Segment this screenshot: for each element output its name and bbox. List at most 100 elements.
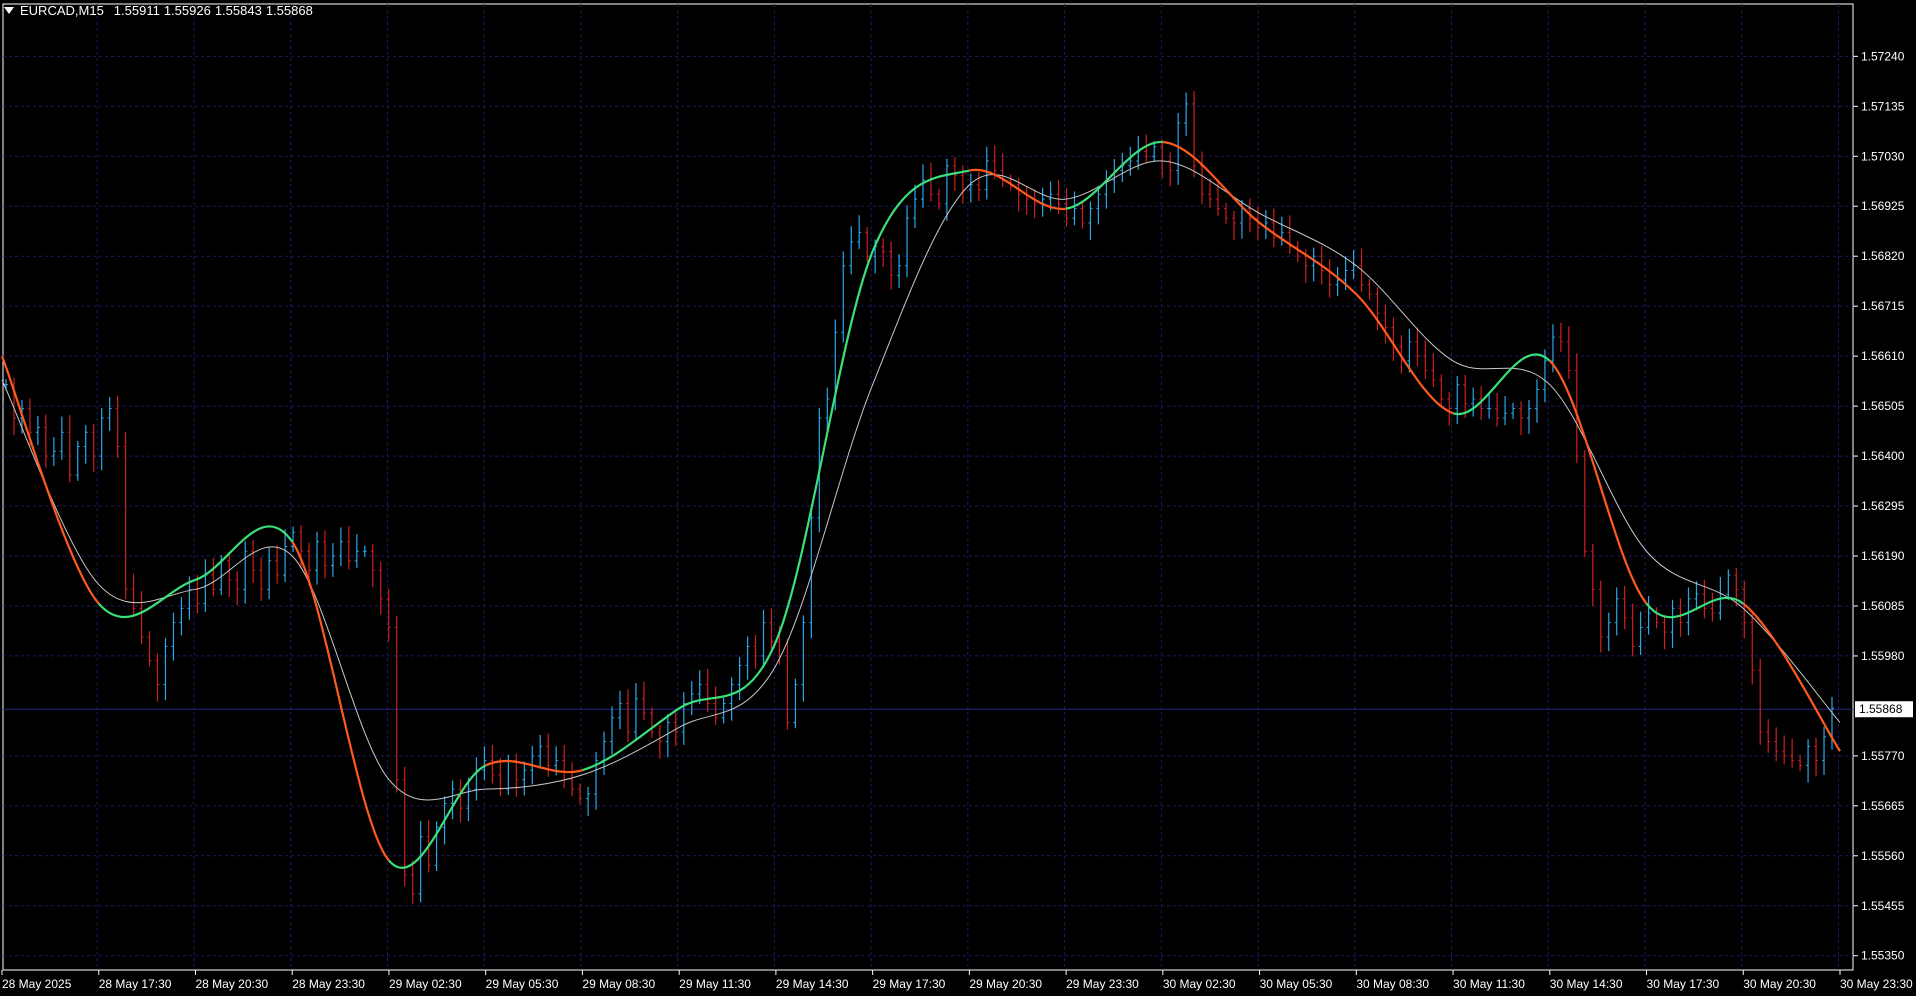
collapse-triangle-icon[interactable] — [4, 7, 14, 14]
price-bar — [1782, 735, 1787, 765]
price-bar — [665, 713, 670, 758]
price-bar — [1598, 580, 1603, 653]
price-bar — [394, 615, 399, 793]
price-bar — [1582, 450, 1587, 557]
x-tick-label: 29 May 17:30 — [873, 977, 946, 991]
price-bar — [1678, 598, 1683, 637]
price-bar — [1503, 396, 1508, 426]
price-bar — [1208, 178, 1213, 208]
price-bar — [1750, 612, 1755, 685]
price-bar — [617, 690, 622, 730]
price-bar — [330, 543, 335, 577]
y-tick-label: 1.55770 — [1861, 749, 1905, 763]
x-tick-label: 29 May 14:30 — [776, 977, 849, 991]
price-bar — [1080, 202, 1085, 229]
x-tick-label: 29 May 23:30 — [1066, 977, 1139, 991]
price-bar — [793, 678, 798, 729]
y-tick-label: 1.55350 — [1861, 949, 1905, 963]
price-bar — [482, 746, 487, 781]
price-bar — [179, 596, 184, 636]
price-bar — [1646, 595, 1651, 635]
price-bar — [99, 408, 104, 471]
y-tick-label: 1.55980 — [1861, 649, 1905, 663]
price-bar — [594, 752, 599, 810]
low-value: 1.55843 — [214, 3, 262, 18]
y-tick-label: 1.56610 — [1861, 349, 1905, 363]
price-bar — [745, 636, 750, 680]
price-chart[interactable]: 1.57240 1.57135 1.57030 1.56925 1.56820 1.567… — [0, 0, 1916, 996]
price-bar — [1798, 754, 1803, 772]
x-tick-label: 28 May 2025 — [2, 977, 72, 991]
plot-frame — [2, 3, 1854, 971]
price-bar — [346, 526, 351, 570]
price-bar — [905, 205, 910, 278]
price-bar — [538, 734, 543, 769]
price-bar — [1710, 592, 1715, 622]
price-bar — [920, 164, 925, 208]
price-bar — [1447, 391, 1452, 426]
price-bar — [562, 744, 567, 789]
price-bar — [1511, 402, 1516, 419]
price-bar — [968, 173, 973, 203]
price-bar — [1311, 247, 1316, 282]
price-bar — [418, 821, 423, 903]
x-tick-label: 30 May 02:30 — [1163, 977, 1236, 991]
price-bar — [602, 731, 607, 775]
price-bar — [633, 683, 638, 741]
price-bar — [1423, 340, 1428, 379]
x-tick-label: 29 May 08:30 — [582, 977, 655, 991]
price-bar — [115, 395, 120, 458]
price-bar — [1654, 607, 1659, 629]
price-bar — [586, 786, 591, 816]
price-bar — [259, 557, 264, 601]
price-bar — [67, 415, 72, 483]
x-tick-label: 30 May 23:30 — [1840, 977, 1913, 991]
price-bar — [338, 527, 343, 566]
price-bar — [1184, 92, 1189, 136]
price-bar — [362, 545, 367, 557]
price-bar — [610, 706, 615, 755]
price-bar — [1032, 189, 1037, 219]
price-bar — [1614, 587, 1619, 636]
price-bar — [1128, 146, 1133, 176]
price-bar — [1766, 719, 1771, 754]
price-bar — [163, 637, 168, 701]
price-bar — [1160, 139, 1165, 179]
y-tick-label: 1.57030 — [1861, 149, 1905, 163]
price-bar — [865, 226, 870, 262]
price-bar — [1471, 387, 1476, 417]
price-bar — [123, 432, 128, 600]
price-bar — [649, 707, 654, 738]
price-bar — [578, 783, 583, 805]
price-bar — [753, 634, 758, 669]
price-bar — [689, 681, 694, 715]
price-bar — [857, 215, 862, 250]
price-bar — [1096, 185, 1101, 225]
price-bar — [51, 437, 56, 467]
price-bar — [1590, 544, 1595, 607]
price-bar — [928, 162, 933, 202]
price-bar — [195, 575, 200, 614]
price-bar — [378, 561, 383, 615]
price-bar — [1391, 317, 1396, 361]
price-bar — [322, 530, 327, 579]
price-bar — [729, 677, 734, 721]
price-bar — [450, 780, 455, 820]
price-bar — [35, 416, 40, 446]
price-bar — [1383, 304, 1388, 344]
price-bar — [1662, 615, 1667, 650]
price-bar — [641, 681, 646, 721]
price-bar — [976, 171, 981, 202]
fast-ma-segment — [388, 764, 487, 869]
y-tick-label: 1.56190 — [1861, 549, 1905, 563]
fast-ma-segment — [1742, 602, 1841, 752]
price-bar — [1279, 216, 1284, 246]
y-tick-label: 1.56715 — [1861, 299, 1905, 313]
price-bar — [849, 226, 854, 275]
price-bar — [1439, 374, 1444, 405]
price-bar — [1263, 210, 1268, 240]
price-bar — [139, 591, 144, 645]
y-tick-label: 1.56505 — [1861, 399, 1905, 413]
price-bar — [1534, 379, 1539, 423]
fast-ma-segment — [1355, 293, 1454, 415]
